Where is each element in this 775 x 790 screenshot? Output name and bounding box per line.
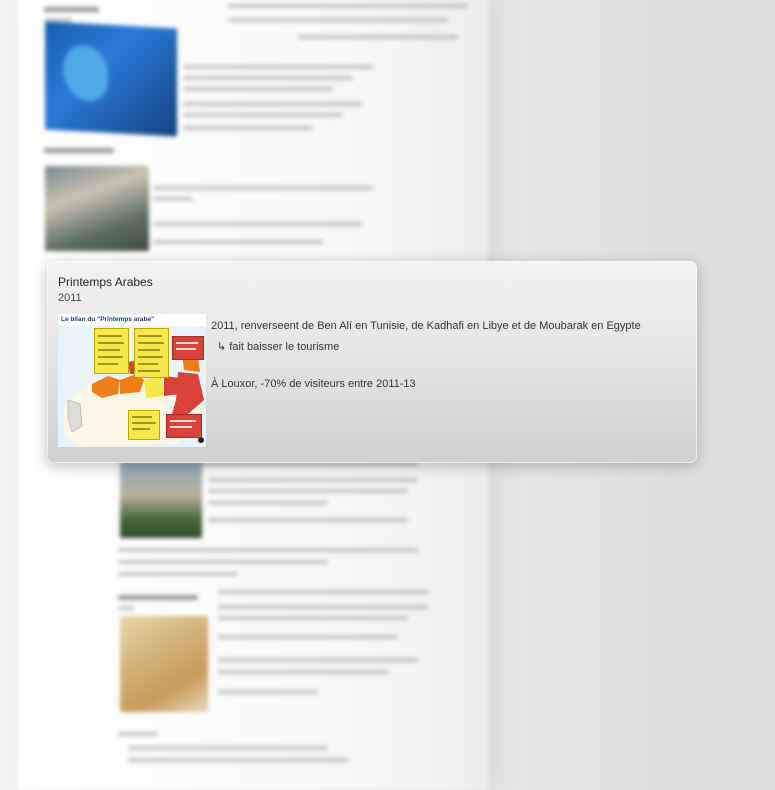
arab-spring-map-image[interactable]: Le bilan du "Printemps arabe" xyxy=(58,314,206,447)
bg-line xyxy=(153,186,373,190)
bg-line xyxy=(183,113,343,117)
bg-line xyxy=(153,197,193,201)
bg-thumbnail-city xyxy=(120,460,202,538)
bg-line xyxy=(128,746,328,750)
bg-line xyxy=(118,560,328,564)
bg-line xyxy=(218,635,398,639)
bg-line xyxy=(183,126,313,130)
bg-line xyxy=(208,478,418,482)
bg-line xyxy=(228,18,448,22)
bg-line xyxy=(153,240,323,244)
bg-line xyxy=(218,658,418,662)
annotation-box-tunisie xyxy=(94,328,129,374)
bg-line xyxy=(118,572,238,576)
popup-year: 2011 xyxy=(58,292,82,304)
bg-line xyxy=(208,501,328,505)
bg-line xyxy=(183,87,333,91)
bg-thumbnail-africa xyxy=(45,21,177,137)
bg-line xyxy=(183,76,353,80)
bg-heading xyxy=(118,595,198,600)
bg-line xyxy=(228,4,468,8)
popup-title: Printemps Arabes xyxy=(58,275,153,289)
bg-line xyxy=(218,670,388,674)
bg-heading xyxy=(44,7,99,12)
bg-line xyxy=(183,102,363,106)
popup-line-2: ↳ fait baisser le tourisme xyxy=(217,341,340,353)
popup-card[interactable]: Printemps Arabes 2011 Le bilan du "Print… xyxy=(47,261,697,463)
bg-thumbnail-market xyxy=(45,166,149,251)
annotation-box-egypte xyxy=(128,410,160,440)
popup-line-1: 2011, renverseent de Ben Alí en Tunisie,… xyxy=(211,320,641,332)
bg-line xyxy=(128,758,348,762)
annotation-box-yemen xyxy=(166,414,202,438)
bg-line xyxy=(218,590,428,594)
bg-line xyxy=(118,548,418,552)
popup-line-3: À Louxor, -70% de visiteurs entre 2011-1… xyxy=(211,378,416,390)
bg-line xyxy=(183,65,373,69)
bg-heading xyxy=(44,148,114,153)
bg-line xyxy=(208,518,408,522)
annotation-box-libye xyxy=(134,328,169,378)
bg-thumbnail-map xyxy=(120,616,208,712)
annotation-box-syrie xyxy=(172,336,204,360)
bg-line xyxy=(218,616,408,620)
bg-line xyxy=(153,222,363,226)
bg-line xyxy=(118,732,158,736)
bg-line xyxy=(218,690,318,694)
bg-line xyxy=(118,606,134,610)
bg-line xyxy=(298,35,458,39)
bg-line xyxy=(218,605,428,609)
bg-line xyxy=(208,489,408,493)
